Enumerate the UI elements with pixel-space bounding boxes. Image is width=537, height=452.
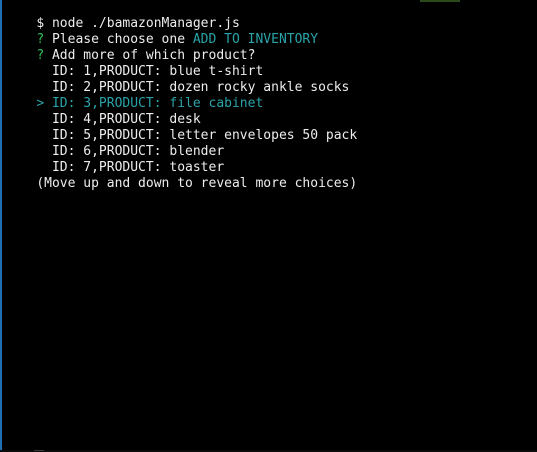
menu-question-text: Please choose one xyxy=(51,32,186,47)
question-mark-icon: ? xyxy=(36,32,45,47)
choice-label: ID: 5,PRODUCT: letter envelopes 50 pack xyxy=(51,128,358,143)
command-line: $ node ./bamazonManager.js xyxy=(5,0,537,31)
command-text: node ./bamazonManager.js xyxy=(51,16,240,31)
choice-label: ID: 3,PRODUCT: file cabinet xyxy=(51,96,264,111)
window-left-border xyxy=(0,0,2,452)
terminal-output[interactable]: $ node ./bamazonManager.js ? Please choo… xyxy=(5,0,537,452)
product-question-text: Add more of which product? xyxy=(51,48,256,63)
bottom-edge-tick xyxy=(34,450,44,451)
shell-prompt-symbol: $ xyxy=(36,16,45,31)
selection-pointer-icon: > xyxy=(36,96,45,111)
choice-label: ID: 7,PRODUCT: toaster xyxy=(51,160,225,175)
choice-label: ID: 2,PRODUCT: dozen rocky ankle socks xyxy=(51,80,350,95)
question-mark-icon: ? xyxy=(36,48,45,63)
choice-label: ID: 4,PRODUCT: desk xyxy=(51,112,201,127)
menu-answer-text: ADD TO INVENTORY xyxy=(192,32,319,47)
hint-text: (Move up and down to reveal more choices… xyxy=(36,176,358,191)
choice-label: ID: 1,PRODUCT: blue t-shirt xyxy=(51,64,264,79)
choice-label: ID: 6,PRODUCT: blender xyxy=(51,144,225,159)
